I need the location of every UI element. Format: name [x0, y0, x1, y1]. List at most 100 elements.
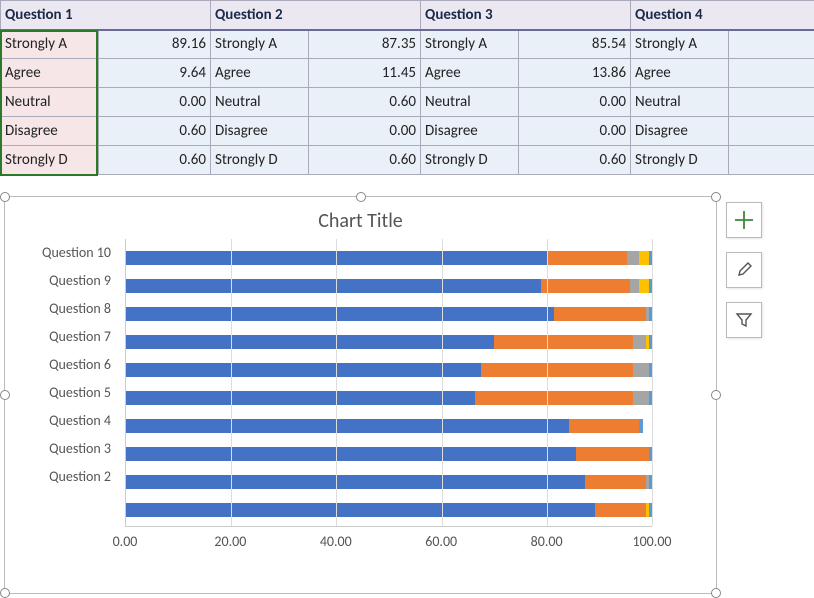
value-cell[interactable]: 13 [729, 59, 814, 88]
bar-segment[interactable] [633, 335, 646, 349]
col-header[interactable]: Question 1 [1, 1, 211, 30]
data-table[interactable]: Question 1 Question 2 Question 3 Questio… [0, 0, 814, 175]
value-cell[interactable]: 0.00 [519, 88, 631, 117]
bar-segment[interactable] [627, 251, 640, 265]
resize-handle[interactable] [356, 192, 366, 202]
bar-segment[interactable] [126, 391, 475, 405]
table-row[interactable]: Disagree0.60Disagree0.00Disagree0.00Disa… [1, 117, 814, 146]
table-row[interactable]: Strongly D0.60Strongly D0.60Strongly D0.… [1, 146, 814, 175]
value-cell[interactable]: 89.16 [99, 30, 211, 59]
value-cell[interactable]: 0.00 [99, 88, 211, 117]
bar-segment[interactable] [547, 251, 626, 265]
chart-plot: Question 10Question 9Question 8Question … [5, 239, 692, 559]
value-cell[interactable]: 0.60 [519, 146, 631, 175]
funnel-icon [734, 310, 754, 330]
bar-segment[interactable] [569, 419, 639, 433]
bar-segment[interactable] [639, 251, 648, 265]
bar-segment[interactable] [126, 363, 481, 377]
table-row[interactable]: Strongly A89.16Strongly A87.35Strongly A… [1, 30, 814, 59]
row-label-cell[interactable]: Agree [631, 59, 729, 88]
value-cell[interactable]: 0.00 [519, 117, 631, 146]
bar-segment[interactable] [554, 307, 646, 321]
resize-handle[interactable] [711, 588, 721, 598]
chart-style-button[interactable] [726, 252, 762, 288]
bar-segment[interactable] [494, 335, 633, 349]
resize-handle[interactable] [0, 192, 10, 202]
row-label-cell[interactable]: Neutral [631, 88, 729, 117]
table-header-row: Question 1 Question 2 Question 3 Questio… [1, 1, 814, 30]
chart-object[interactable]: Chart Title Question 10Question 9Questio… [4, 196, 717, 594]
y-tick-label: Question 7 [5, 327, 119, 355]
chart-add-element-button[interactable] [726, 202, 762, 238]
bar-segment[interactable] [481, 363, 633, 377]
value-cell[interactable]: 0.60 [309, 146, 421, 175]
value-cell[interactable]: 0 [729, 88, 814, 117]
bar-segment[interactable] [639, 279, 648, 293]
row-label-cell[interactable]: Strongly D [421, 146, 519, 175]
row-label-cell[interactable]: Agree [1, 59, 99, 88]
row-label-cell[interactable]: Strongly D [1, 146, 99, 175]
chart-title[interactable]: Chart Title [5, 197, 716, 239]
value-cell[interactable]: 0 [729, 117, 814, 146]
bar-segment[interactable] [576, 447, 649, 461]
row-label-cell[interactable]: Strongly D [631, 146, 729, 175]
table-row[interactable]: Agree9.64Agree11.45Agree13.86Agree13 [1, 59, 814, 88]
row-label-cell[interactable]: Disagree [1, 117, 99, 146]
row-label-cell[interactable]: Disagree [421, 117, 519, 146]
row-label-cell[interactable]: Disagree [631, 117, 729, 146]
value-cell[interactable]: 0.00 [309, 117, 421, 146]
resize-handle[interactable] [711, 390, 721, 400]
col-header[interactable]: Question 3 [421, 1, 631, 30]
bar-segment[interactable] [126, 419, 569, 433]
bar-segment[interactable] [475, 391, 633, 405]
bar-segment[interactable] [126, 279, 541, 293]
row-label-cell[interactable]: Strongly A [211, 30, 309, 59]
row-label-cell[interactable]: Agree [211, 59, 309, 88]
row-label-cell[interactable]: Neutral [211, 88, 309, 117]
x-tick-label: 100.00 [632, 533, 671, 550]
value-cell[interactable]: 0.60 [309, 88, 421, 117]
col-header[interactable]: Question 2 [211, 1, 421, 30]
table-row[interactable]: Neutral0.00Neutral0.60Neutral0.00Neutral… [1, 88, 814, 117]
value-cell[interactable]: 84 [729, 30, 814, 59]
bar-segment[interactable] [126, 503, 595, 517]
gridline [652, 239, 653, 526]
value-cell[interactable]: 87.35 [309, 30, 421, 59]
bar-segment[interactable] [126, 335, 494, 349]
bar-segment[interactable] [541, 279, 630, 293]
bar-segment[interactable] [639, 419, 642, 433]
bar-segment[interactable] [126, 475, 585, 489]
row-label-cell[interactable]: Neutral [421, 88, 519, 117]
bar-segment[interactable] [630, 279, 639, 293]
row-label-cell[interactable]: Agree [421, 59, 519, 88]
bar-segment[interactable] [585, 475, 645, 489]
resize-handle[interactable] [711, 192, 721, 202]
bar-segment[interactable] [126, 307, 554, 321]
col-header[interactable]: Question 4 [631, 1, 814, 30]
row-label-cell[interactable]: Strongly D [211, 146, 309, 175]
row-label-cell[interactable]: Strongly A [421, 30, 519, 59]
x-tick-label: 80.00 [531, 533, 563, 550]
resize-handle[interactable] [0, 588, 10, 598]
y-tick-label: Question 5 [5, 383, 119, 411]
y-tick-label: Question 10 [5, 243, 119, 271]
value-cell[interactable]: 9.64 [99, 59, 211, 88]
bar-segment[interactable] [633, 363, 649, 377]
row-label-cell[interactable]: Strongly A [631, 30, 729, 59]
value-cell[interactable]: 13.86 [519, 59, 631, 88]
y-tick-label: Question 8 [5, 299, 119, 327]
y-tick-label: Question 4 [5, 411, 119, 439]
row-label-cell[interactable]: Disagree [211, 117, 309, 146]
row-label-cell[interactable]: Strongly A [1, 30, 99, 59]
value-cell[interactable]: 0.60 [99, 117, 211, 146]
value-cell[interactable]: 0 [729, 146, 814, 175]
value-cell[interactable]: 85.54 [519, 30, 631, 59]
row-label-cell[interactable]: Neutral [1, 88, 99, 117]
value-cell[interactable]: 11.45 [309, 59, 421, 88]
bar-row [126, 469, 652, 497]
bar-segment[interactable] [595, 503, 645, 517]
bar-segment[interactable] [126, 447, 576, 461]
bar-segment[interactable] [633, 391, 649, 405]
chart-filter-button[interactable] [726, 302, 762, 338]
value-cell[interactable]: 0.60 [99, 146, 211, 175]
